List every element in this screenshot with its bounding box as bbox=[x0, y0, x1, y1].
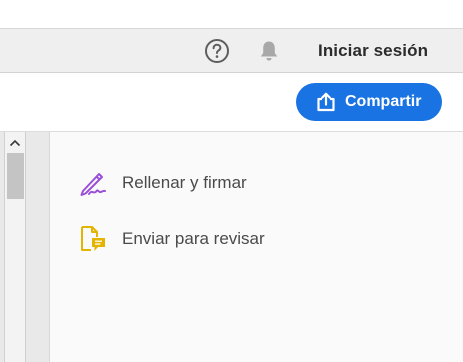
share-button-label: Compartir bbox=[345, 93, 422, 110]
tool-fill-and-sign[interactable]: Rellenar y firmar bbox=[78, 166, 247, 200]
send-review-document-icon bbox=[78, 224, 108, 254]
tool-send-for-review[interactable]: Enviar para revisar bbox=[78, 222, 265, 256]
window-top-strip bbox=[0, 0, 463, 28]
tool-fill-and-sign-label: Rellenar y firmar bbox=[122, 173, 247, 192]
scrollbar-thumb[interactable] bbox=[7, 153, 24, 199]
bell-icon[interactable] bbox=[257, 38, 281, 64]
scroll-up-arrow-icon[interactable] bbox=[5, 135, 25, 151]
question-circle-icon[interactable] bbox=[204, 38, 230, 64]
share-upload-icon bbox=[315, 91, 337, 113]
signin-link[interactable]: Iniciar sesión bbox=[318, 41, 428, 61]
share-button[interactable]: Compartir bbox=[296, 83, 442, 121]
fill-sign-pen-icon bbox=[78, 168, 108, 198]
tool-send-for-review-label: Enviar para revisar bbox=[122, 229, 265, 248]
